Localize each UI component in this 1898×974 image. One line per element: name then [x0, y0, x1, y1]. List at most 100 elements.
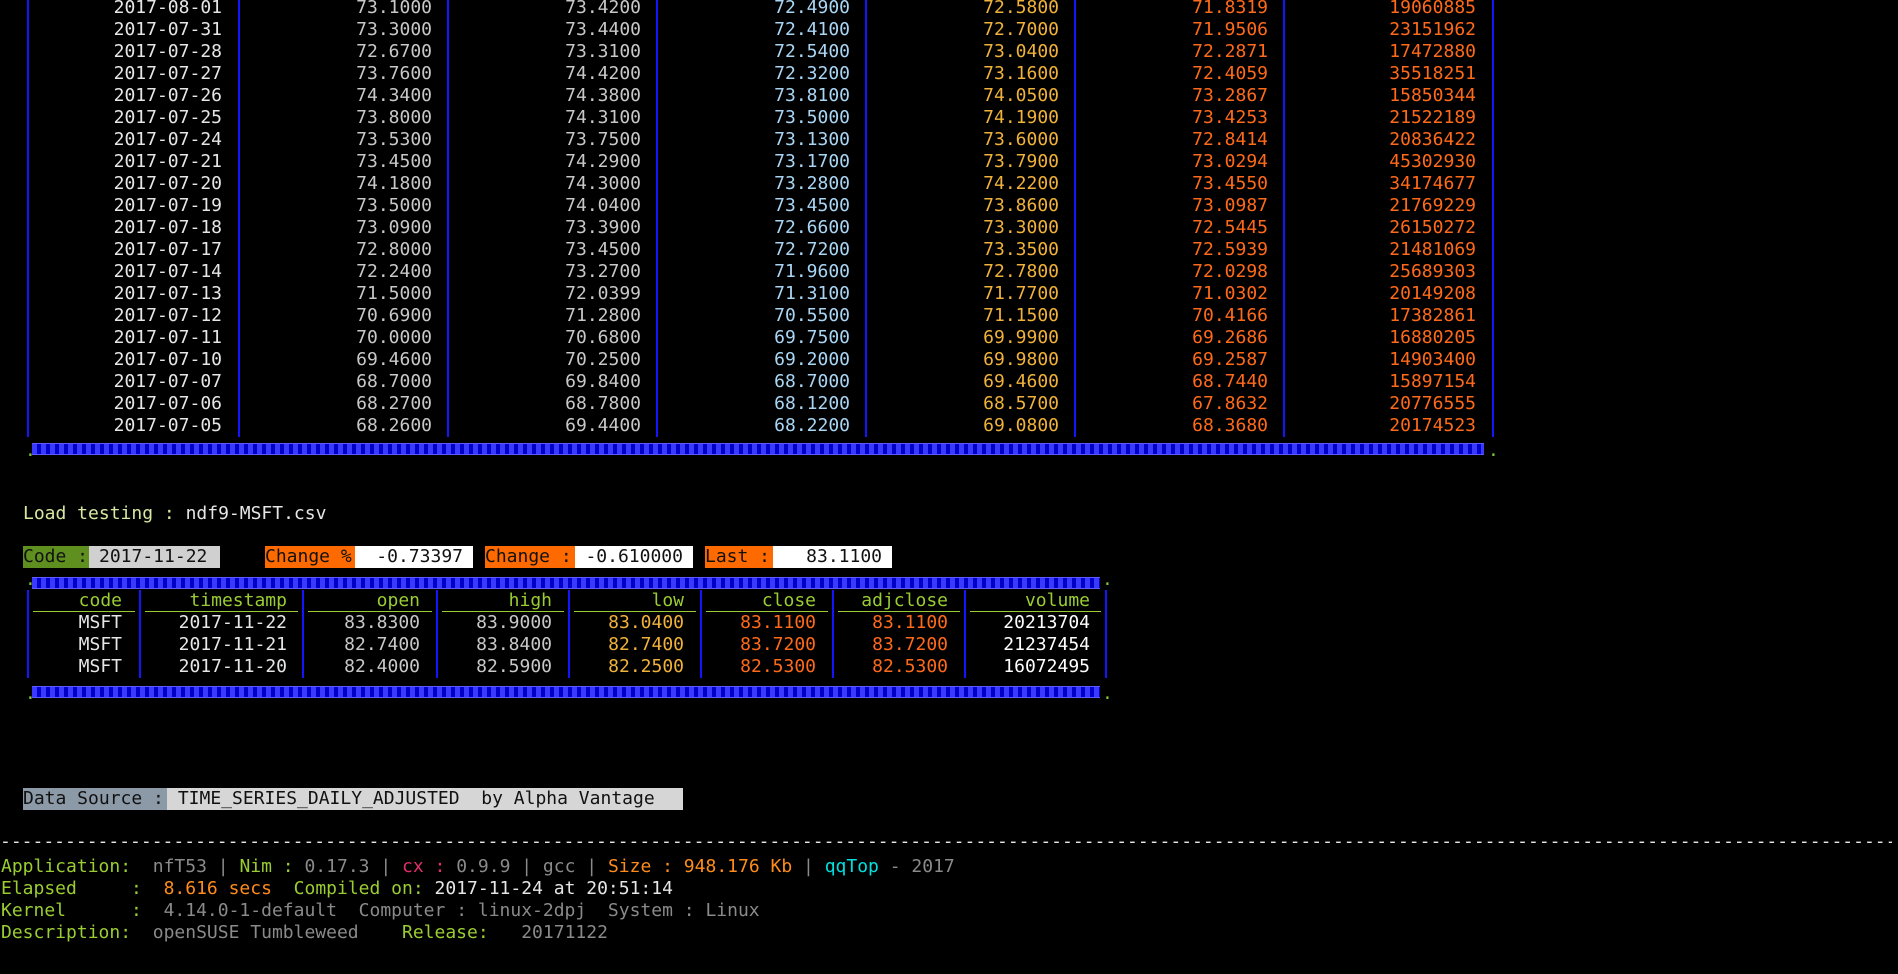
top-table-volume-cell: 21522189: [1389, 107, 1476, 128]
column-header-adjclose: adjclose: [861, 590, 948, 611]
top-table-adjclose-cell: 69.2587: [1192, 349, 1268, 370]
quote-table-open-cell: 82.4000: [344, 656, 420, 677]
top-table-high-cell: 70.6800: [565, 327, 641, 348]
top-table-volume-cell: 19060885: [1389, 0, 1476, 18]
top-table-adjclose-cell: 71.9506: [1192, 19, 1268, 40]
top-table-close-cell: 71.1500: [983, 305, 1059, 326]
footer-description-line: Description: openSUSE Tumbleweed Release…: [1, 922, 608, 944]
top-table-low-cell: 72.3200: [774, 63, 850, 84]
top-table-open-cell: 68.2700: [356, 393, 432, 414]
top-table-close-cell: 73.6000: [983, 129, 1059, 150]
code-value: 2017-11-22: [89, 546, 220, 568]
data-source-label: Data Source :: [23, 788, 167, 810]
top-table-volume-cell: 20776555: [1389, 393, 1476, 414]
top-table-close-cell: 73.3500: [983, 239, 1059, 260]
top-table-date-cell: 2017-07-12: [113, 305, 222, 326]
footer-nim-version: 0.17.3: [304, 856, 370, 877]
top-table-volume-cell: 20836422: [1389, 129, 1476, 150]
top-table-open-cell: 70.6900: [356, 305, 432, 326]
footer-application-label: Application:: [1, 856, 132, 877]
footer-compiler: gcc: [542, 856, 576, 877]
top-table-low-cell: 71.9600: [774, 261, 850, 282]
quote-table-low-cell: 83.0400: [608, 612, 684, 633]
top-table-adjclose-cell: 73.2867: [1192, 85, 1268, 106]
quote-table-low-cell: 82.2500: [608, 656, 684, 677]
column-header-open: open: [376, 590, 420, 611]
top-table-close-cell: 72.7800: [983, 261, 1059, 282]
top-table-volume-cell: 23151962: [1389, 19, 1476, 40]
quote-table-adjclose-cell: 83.7200: [872, 634, 948, 655]
top-table-low-cell: 68.2200: [774, 415, 850, 436]
code-label: Code :: [23, 546, 89, 568]
quote-table-timestamp-cell: 2017-11-21: [178, 634, 287, 655]
footer-app-name: nfT53: [152, 856, 207, 877]
top-table-volume-cell: 14903400: [1389, 349, 1476, 370]
top-table-high-cell: 74.3800: [565, 85, 641, 106]
top-table-open-cell: 73.1000: [356, 0, 432, 18]
top-table-adjclose-cell: 71.0302: [1192, 283, 1268, 304]
border-corner-dot: .: [25, 569, 36, 590]
change-pct-value: -0.73397: [355, 546, 473, 568]
top-table-volume-cell: 17382861: [1389, 305, 1476, 326]
load-testing-label: Load testing :: [23, 503, 186, 524]
footer-elapsed-label: Elapsed :: [1, 878, 142, 899]
top-table-close-cell: 72.5800: [983, 0, 1059, 18]
top-table-open-cell: 73.8000: [356, 107, 432, 128]
quote-table-open-cell: 83.8300: [344, 612, 420, 633]
top-table-volume-cell: 15850344: [1389, 85, 1476, 106]
top-table-date-cell: 2017-07-11: [113, 327, 222, 348]
top-table-open-cell: 73.7600: [356, 63, 432, 84]
top-table-adjclose-cell: 71.8319: [1192, 0, 1268, 18]
top-table-open-cell: 73.4500: [356, 151, 432, 172]
top-table-high-cell: 73.4400: [565, 19, 641, 40]
top-table-adjclose-cell: 73.4550: [1192, 173, 1268, 194]
border-corner-dot: .: [1102, 683, 1113, 704]
footer-elapsed-line: Elapsed : 8.616 secs Compiled on: 2017-1…: [1, 878, 673, 900]
top-table-close-cell: 69.4600: [983, 371, 1059, 392]
top-table-volume-cell: 21769229: [1389, 195, 1476, 216]
top-table-low-cell: 73.2800: [774, 173, 850, 194]
table-bottom-border: [32, 686, 1100, 698]
top-table-high-cell: 68.7800: [565, 393, 641, 414]
footer-release-value: 20171122: [521, 922, 608, 943]
top-table-high-cell: 73.3100: [565, 41, 641, 62]
top-table-low-cell: 73.4500: [774, 195, 850, 216]
top-table-low-cell: 72.4100: [774, 19, 850, 40]
top-table-high-cell: 74.3000: [565, 173, 641, 194]
top-table-close-cell: 68.5700: [983, 393, 1059, 414]
top-table-high-cell: 73.7500: [565, 129, 641, 150]
footer-computer: Computer : linux-2dpj: [358, 900, 587, 921]
top-table-low-cell: 69.7500: [774, 327, 850, 348]
top-table-close-cell: 73.0400: [983, 41, 1059, 62]
top-table-low-cell: 72.5400: [774, 41, 850, 62]
change-label: Change :: [485, 546, 575, 568]
top-table-open-cell: 68.7000: [356, 371, 432, 392]
column-header-volume: volume: [1024, 590, 1090, 611]
top-table-low-cell: 73.8100: [774, 85, 850, 106]
top-table-volume-cell: 26150272: [1389, 217, 1476, 238]
top-table-close-cell: 74.1900: [983, 107, 1059, 128]
footer-description-label: Description:: [1, 922, 132, 943]
top-table-date-cell: 2017-07-05: [113, 415, 222, 436]
top-table-adjclose-cell: 72.4059: [1192, 63, 1268, 84]
footer-system: System : Linux: [607, 900, 760, 921]
top-table-low-cell: 69.2000: [774, 349, 850, 370]
top-table-close-cell: 73.3000: [983, 217, 1059, 238]
top-table-high-cell: 74.2900: [565, 151, 641, 172]
top-table-open-cell: 73.3000: [356, 19, 432, 40]
top-table-adjclose-cell: 70.4166: [1192, 305, 1268, 326]
footer-kernel-value: 4.14.0-1-default: [163, 900, 337, 921]
top-table-open-cell: 73.5300: [356, 129, 432, 150]
top-table-high-cell: 71.2800: [565, 305, 641, 326]
top-table-open-cell: 69.4600: [356, 349, 432, 370]
quote-table-volume-cell: 16072495: [1003, 656, 1090, 677]
footer-kernel-label: Kernel :: [1, 900, 142, 921]
top-table-volume-cell: 25689303: [1389, 261, 1476, 282]
table-top-border: [32, 577, 1100, 589]
column-header-low: low: [651, 590, 684, 611]
quote-table-volume-cell: 20213704: [1003, 612, 1090, 633]
footer-description-value: openSUSE Tumbleweed: [152, 922, 359, 943]
top-table-low-cell: 73.5000: [774, 107, 850, 128]
top-table-volume-cell: 34174677: [1389, 173, 1476, 194]
quote-table-close-cell: 83.1100: [740, 612, 816, 633]
